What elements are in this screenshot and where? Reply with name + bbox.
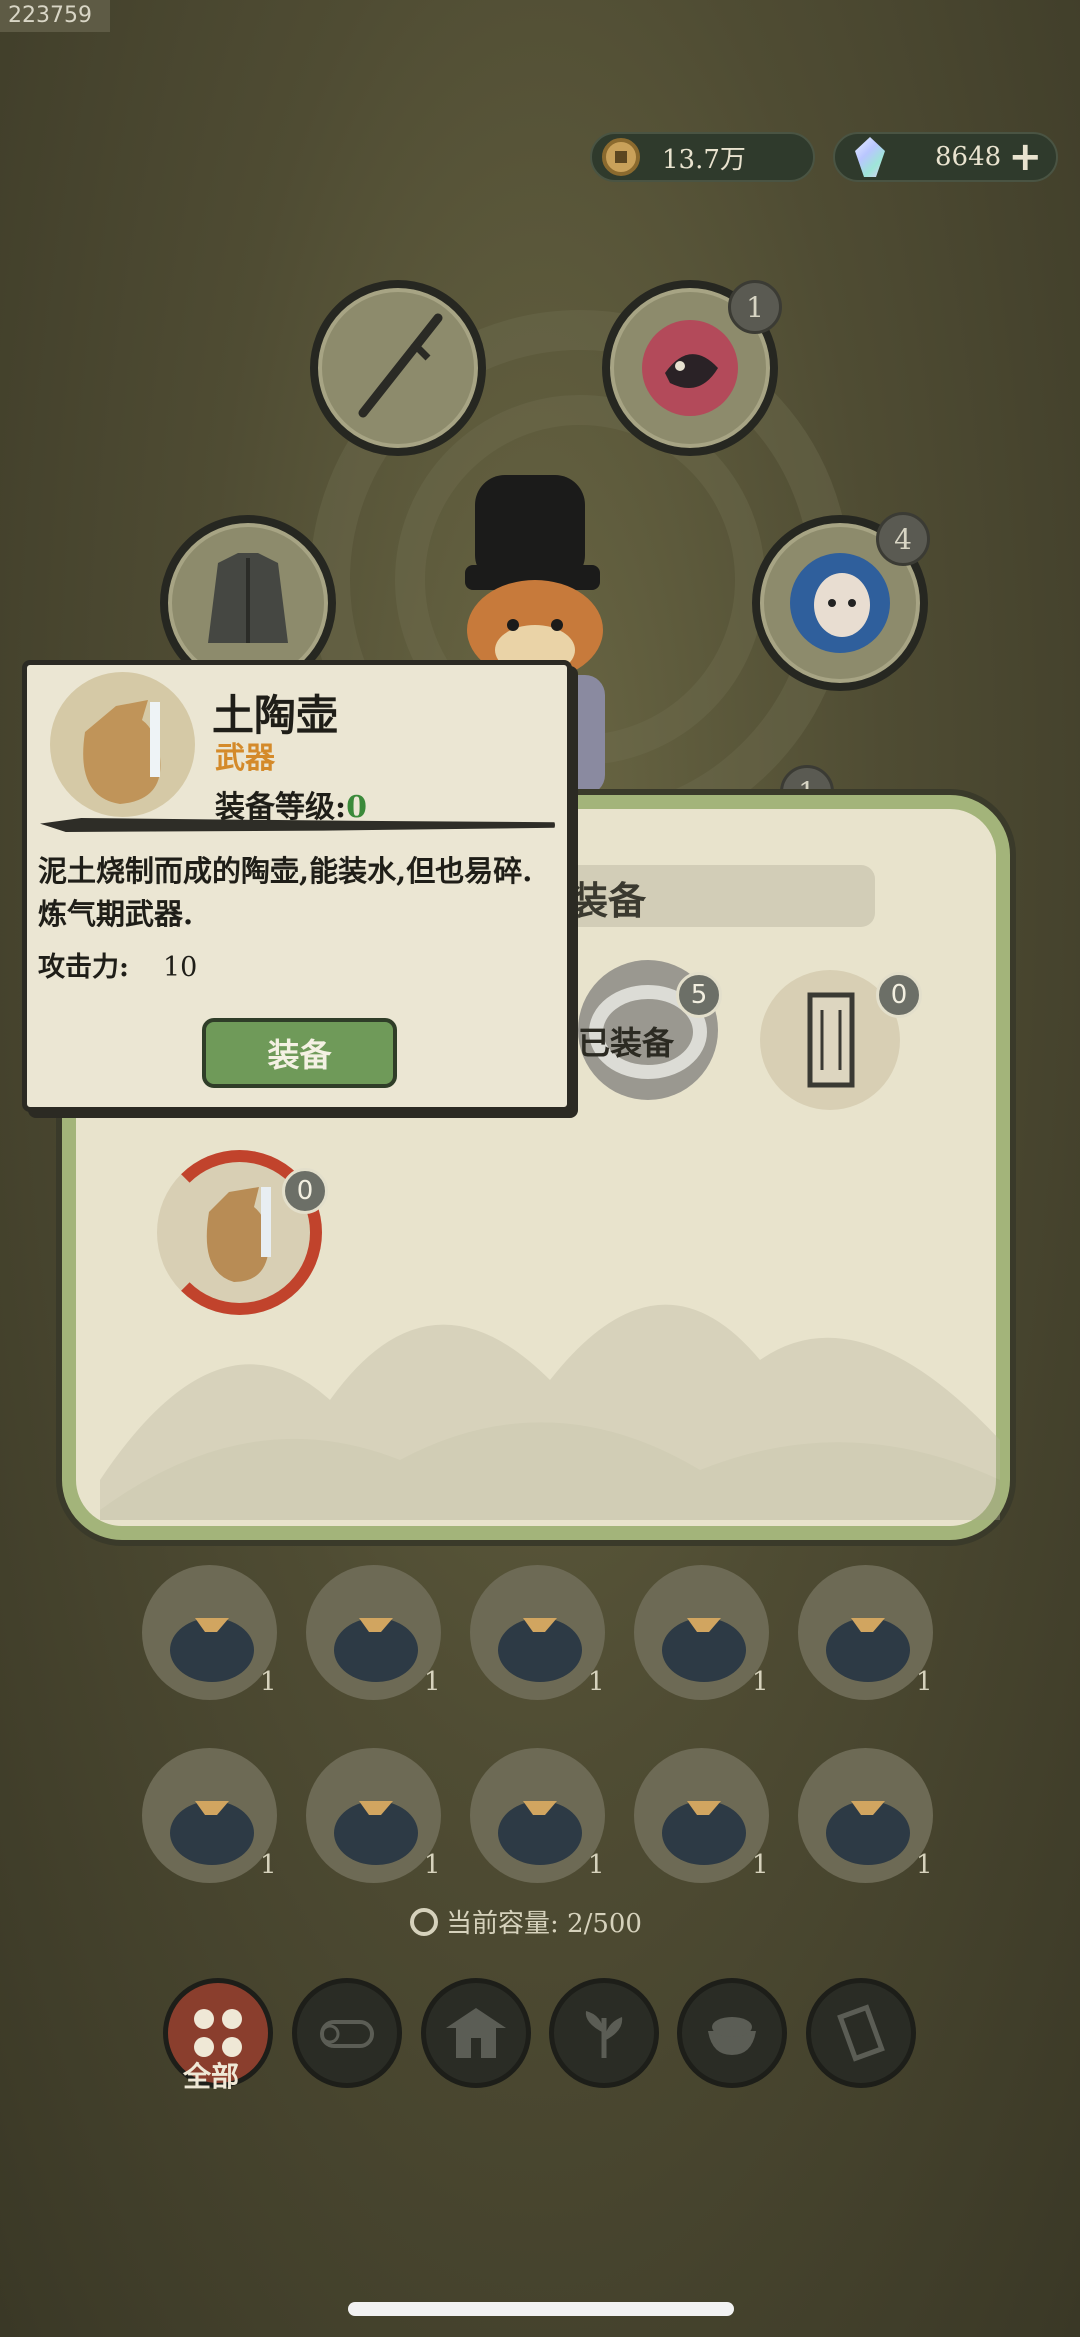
pouch-icon [662,1618,746,1682]
pouch-icon [334,1618,418,1682]
pouch-icon [334,1801,418,1865]
tab-scrolls[interactable] [806,1978,916,2088]
pouch-icon [662,1801,746,1865]
tooltip-description: 泥土烧制而成的陶壶,能装水,但也易碎.炼气期武器. [38,854,533,931]
equipped-label: 已装备 [578,1024,675,1062]
bag-count: 1 [424,1850,441,1880]
bag-count: 1 [260,1850,277,1880]
leaf-icon [585,2011,623,2058]
pouch-icon [170,1801,254,1865]
pouch-icon [170,1618,254,1682]
tooltip-item-type: 武器 [215,741,275,776]
bag-count: 1 [752,1850,769,1880]
bag-item[interactable]: 1 [634,1565,774,1705]
equip-button[interactable]: 装备 [202,1018,397,1088]
bag-count: 1 [588,1667,605,1697]
coin-icon [602,138,640,176]
home-indicator[interactable] [348,2302,734,2316]
gem-icon [855,137,885,177]
bag-item[interactable]: 1 [142,1748,282,1888]
bag-item[interactable]: 1 [306,1748,446,1888]
coin-amount: 13.7万 [662,144,746,175]
panel-title: 装备 [570,878,647,923]
grid-dots-icon [194,2009,242,2057]
capacity-indicator: 当前容量: 2/500 [410,1903,642,1940]
debug-id-label: 223759 [0,0,110,32]
rice-bowl-icon [708,2017,756,2055]
tab-food[interactable] [677,1978,787,2088]
tooltip-equip-level: 装备等级:0 [215,782,367,826]
bag-item[interactable]: 1 [470,1565,610,1705]
house-icon [446,2008,506,2058]
weapon-slot[interactable] [310,280,486,456]
bag-item[interactable]: 1 [798,1565,938,1705]
pouch-icon [826,1618,910,1682]
pouch-icon [498,1801,582,1865]
bag-count: 1 [260,1667,277,1697]
ring-count-badge: 5 [676,972,722,1018]
dragon-count-badge: 1 [728,280,782,334]
log-icon [320,2020,374,2048]
capacity-label: 当前容量: 2/500 [446,1909,642,1939]
pouch-icon [826,1801,910,1865]
tooltip-item-icon-bg [50,672,195,817]
sword-icon [358,313,443,418]
gem-amount: 8648 [935,142,1002,172]
bag-item[interactable]: 1 [798,1748,938,1888]
bag-count: 1 [752,1667,769,1697]
add-gems-button[interactable]: + [1008,134,1042,180]
tooltip-attack: 攻击力: 10 [38,945,197,984]
bag-count: 1 [916,1667,933,1697]
coin-counter: 13.7万 [590,132,815,182]
gem-counter: 8648 + [833,132,1058,182]
clay-pot-icon [83,700,161,804]
bag-item[interactable]: 1 [470,1748,610,1888]
ghost-count-badge: 4 [876,512,930,566]
tab-all-label: 全部 [183,2060,240,2093]
bag-count: 1 [916,1850,933,1880]
bag-item[interactable]: 1 [306,1565,446,1705]
tooltip-attack-value: 10 [162,952,198,983]
tooltip-level-value: 0 [346,790,367,825]
scroll-count-badge: 0 [876,972,922,1018]
scroll-icon [837,2004,885,2062]
pot-count-badge: 0 [282,1168,328,1214]
tab-buildings[interactable] [421,1978,531,2088]
robe-icon [208,553,288,643]
bag-item[interactable]: 1 [142,1565,282,1705]
pouch-icon [498,1618,582,1682]
bag-item[interactable]: 1 [634,1748,774,1888]
tooltip-attack-label: 攻击力: [38,952,129,983]
bag-count: 1 [588,1850,605,1880]
tab-materials[interactable] [292,1978,402,2088]
capacity-icon [410,1907,438,1936]
tab-herbs[interactable] [549,1978,659,2088]
bag-count: 1 [424,1667,441,1697]
